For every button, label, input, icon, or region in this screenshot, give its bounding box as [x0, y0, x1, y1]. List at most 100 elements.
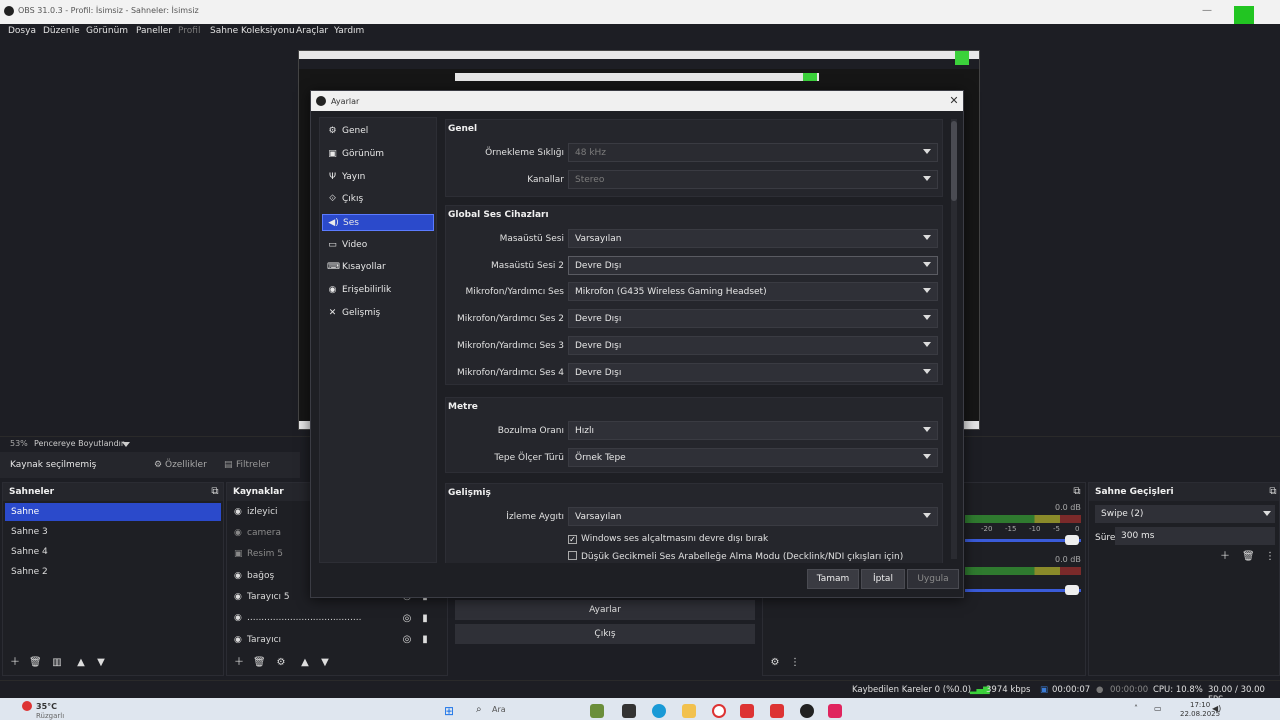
scale-mode-select[interactable]: Pencereye Boyutlandır	[34, 439, 124, 448]
volume-icon[interactable]: ◀)	[1212, 704, 1221, 713]
mic-aux-select[interactable]: Mikrofon (G435 Wireless Gaming Headset)	[568, 282, 938, 301]
menu-yardim[interactable]: Yardım	[334, 26, 364, 36]
nav-kisayollar[interactable]: ⌨ Kısayollar	[322, 259, 434, 276]
cancel-button[interactable]: İptal	[861, 569, 905, 589]
sample-rate-select[interactable]: 48 kHz	[568, 143, 938, 162]
sample-rate-label: Örnekleme Sıklığı	[485, 148, 564, 158]
exit-button[interactable]: Çıkış	[455, 624, 755, 644]
windows-start-icon[interactable]: ⊞	[444, 704, 454, 718]
minimize-icon[interactable]: —	[1200, 4, 1214, 18]
monitor-device-select[interactable]: Varsayılan	[568, 507, 938, 526]
trash-icon[interactable]: 🗑	[1242, 551, 1255, 563]
volume-slider-1[interactable]	[965, 539, 1081, 542]
ducking-checkbox[interactable]: ✓ Windows ses alçaltmasını devre dışı bır…	[568, 534, 768, 544]
desktop-audio-select[interactable]: Varsayılan	[568, 229, 938, 248]
decay-rate-select[interactable]: Hızlı	[568, 421, 938, 440]
chevron-down-icon[interactable]	[122, 442, 130, 447]
desktop-audio-label: Masaüstü Sesi	[499, 234, 564, 244]
chevron-down-icon	[923, 427, 931, 432]
trash-icon[interactable]: 🗑	[253, 657, 266, 669]
scene-item[interactable]: Sahne 3	[5, 523, 221, 541]
mic-aux-3-select[interactable]: Devre Dışı	[568, 336, 938, 355]
image-icon: ▣	[234, 549, 243, 559]
antenna-icon: Ψ	[328, 172, 337, 182]
filter-icon: ▤	[224, 460, 233, 470]
file-app-icon[interactable]	[622, 704, 636, 718]
nav-erisebilirlik[interactable]: ◉ Erişebilirlik	[322, 282, 434, 299]
chevron-up-icon[interactable]: ˄	[1134, 704, 1138, 713]
properties-button[interactable]: Özellikler	[165, 460, 207, 470]
desktop-audio-2-select[interactable]: Devre Dışı	[568, 256, 938, 275]
lock-icon[interactable]: ▮	[419, 634, 431, 646]
scene-item[interactable]: Sahne 2	[5, 563, 221, 581]
red-app-icon[interactable]	[740, 704, 754, 718]
arrow-up-icon[interactable]: ▲	[299, 657, 311, 669]
nav-gorunum[interactable]: ▣ Görünüm	[322, 146, 434, 163]
gear-icon[interactable]: ⚙	[275, 657, 287, 669]
opera-icon[interactable]	[712, 704, 726, 718]
volume-slider-handle[interactable]	[1065, 585, 1079, 595]
nav-video[interactable]: ▭ Video	[322, 237, 434, 254]
add-scene-icon[interactable]: ＋	[9, 657, 21, 669]
more-icon[interactable]: ⋮	[789, 657, 801, 669]
apply-button[interactable]: Uygula	[907, 569, 959, 589]
undock-icon[interactable]: ⧉	[1267, 486, 1279, 498]
transition-select[interactable]: Swipe (2)	[1095, 505, 1275, 523]
network-icon[interactable]: ▭	[1154, 704, 1162, 713]
chevron-down-icon	[923, 369, 931, 374]
red-app-icon[interactable]	[770, 704, 784, 718]
eye-icon[interactable]: ◎	[401, 634, 413, 646]
arrow-down-icon[interactable]: ▼	[95, 657, 107, 669]
scene-item[interactable]: Sahne 4	[5, 543, 221, 561]
file-explorer-icon[interactable]	[682, 704, 696, 718]
trash-icon[interactable]: 🗑	[29, 657, 42, 669]
nav-cikis[interactable]: ⟐ Çıkış	[322, 191, 434, 208]
settings-button[interactable]: Ayarlar	[455, 600, 755, 620]
undock-icon[interactable]: ⧉	[1071, 486, 1083, 498]
obs-taskbar-icon[interactable]	[800, 704, 814, 718]
menu-profil[interactable]: Profil	[178, 26, 200, 36]
accessibility-icon: ◉	[328, 285, 337, 295]
lock-icon[interactable]: ▮	[419, 613, 431, 625]
mic-aux-2-select[interactable]: Devre Dışı	[568, 309, 938, 328]
menu-dosya[interactable]: Dosya	[8, 26, 36, 36]
nav-gelismis[interactable]: ✕ Gelişmiş	[322, 305, 434, 322]
nav-ses[interactable]: ◀) Ses	[322, 214, 434, 231]
search-icon[interactable]: ⌕	[476, 704, 482, 715]
arrow-down-icon[interactable]: ▼	[319, 657, 331, 669]
volume-slider-2[interactable]	[965, 589, 1081, 592]
menu-duzenle[interactable]: Düzenle	[43, 26, 80, 36]
menu-araclar[interactable]: Araçlar	[296, 26, 328, 36]
more-icon[interactable]: ⋮	[1264, 551, 1276, 563]
close-icon[interactable]: ✕	[947, 94, 961, 108]
low-latency-checkbox[interactable]: Düşük Gecikmeli Ses Arabelleğe Alma Modu…	[568, 551, 903, 562]
eye-icon[interactable]: ◎	[401, 613, 413, 625]
game-app-icon[interactable]	[590, 704, 604, 718]
menu-sahne-koleksiyonu[interactable]: Sahne Koleksiyonu	[210, 26, 295, 36]
scrollbar-thumb[interactable]	[951, 121, 957, 201]
peak-meter-select[interactable]: Örnek Tepe	[568, 448, 938, 467]
volume-slider-handle[interactable]	[1065, 535, 1079, 545]
settings-scrollbar[interactable]	[951, 119, 957, 559]
duration-input[interactable]: 300 ms	[1115, 527, 1275, 545]
add-transition-icon[interactable]: ＋	[1219, 551, 1231, 563]
taskbar-search[interactable]: Ara	[492, 705, 506, 714]
arrow-up-icon[interactable]: ▲	[75, 657, 87, 669]
ok-button[interactable]: Tamam	[807, 569, 859, 589]
add-source-icon[interactable]: ＋	[233, 657, 245, 669]
filter-icon[interactable]: ▥	[51, 657, 63, 669]
section-meter: Metre Bozulma Oranı Hızlı Tepe Ölçer Tür…	[445, 397, 943, 473]
scene-item[interactable]: Sahne	[5, 503, 221, 521]
menu-paneller[interactable]: Paneller	[136, 26, 172, 36]
edge-browser-icon[interactable]	[652, 704, 666, 718]
undock-icon[interactable]: ⧉	[209, 486, 221, 498]
gear-icon[interactable]: ⚙	[769, 657, 781, 669]
nav-yayin[interactable]: Ψ Yayın	[322, 169, 434, 186]
filters-button[interactable]: Filtreler	[236, 460, 270, 470]
channels-select[interactable]: Stereo	[568, 170, 938, 189]
mic-aux-4-select[interactable]: Devre Dışı	[568, 363, 938, 382]
monitor-icon: ▭	[328, 240, 337, 250]
pocket-app-icon[interactable]	[828, 704, 842, 718]
nav-genel[interactable]: ⚙ Genel	[322, 123, 434, 140]
menu-gorunum[interactable]: Görünüm	[86, 26, 128, 36]
